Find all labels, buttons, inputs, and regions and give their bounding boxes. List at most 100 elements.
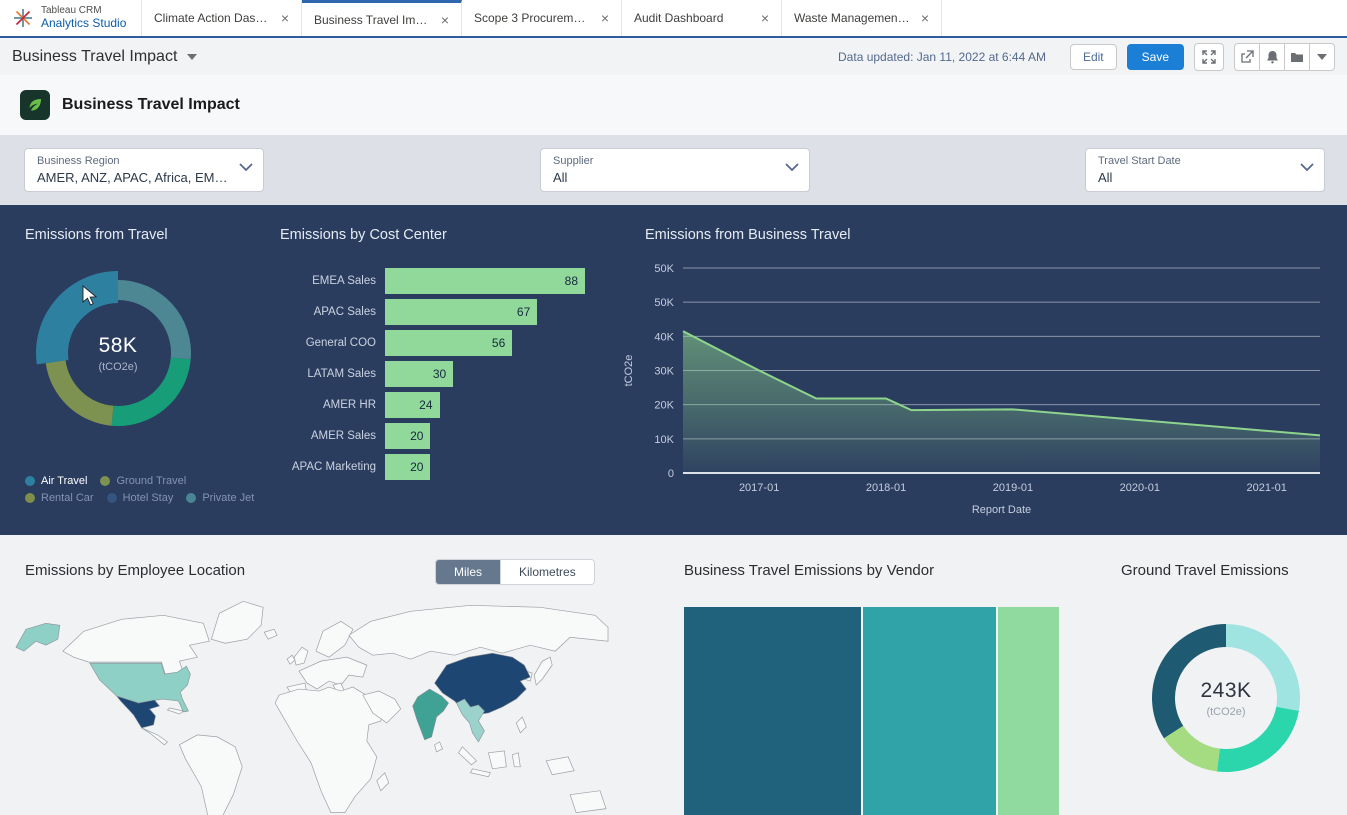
bar-row-latam-sales: LATAM Sales30: [280, 358, 590, 389]
bar-row-general-coo: General COO56: [280, 327, 590, 358]
ground-travel-donut[interactable]: [1150, 622, 1302, 774]
mouse-cursor: [82, 285, 97, 306]
close-icon[interactable]: ×: [919, 10, 931, 26]
notifications-button[interactable]: [1259, 43, 1284, 71]
donut-segment--2bd6ad[interactable]: [1217, 707, 1299, 772]
donut-segment-rental-car[interactable]: [46, 360, 114, 425]
legend-item-air-travel[interactable]: Air Travel: [25, 475, 87, 487]
map-java: [470, 769, 490, 777]
dashboard-hero: Business Travel Impact: [0, 75, 1347, 135]
bar-row-amer-sales: AMER Sales20: [280, 420, 590, 451]
svg-text:40K: 40K: [654, 331, 674, 343]
map-new-guinea: [546, 757, 574, 775]
legend-item-private-jet[interactable]: Private Jet: [186, 492, 254, 504]
chevron-down-icon: [785, 163, 799, 171]
bar[interactable]: 20: [385, 454, 430, 480]
close-icon[interactable]: ×: [439, 12, 451, 28]
cost-center-rows: EMEA Sales88APAC Sales67General COO56LAT…: [280, 265, 590, 482]
tab-scope3-procurement[interactable]: Scope 3 Procurement Das... ×: [462, 0, 622, 36]
legend-item-rental-car[interactable]: Rental Car: [25, 492, 94, 504]
bell-icon: [1266, 50, 1279, 64]
emissions-from-travel-donut[interactable]: [36, 271, 200, 435]
bar-category-label: General COO: [280, 337, 385, 349]
tab-business-travel-impact[interactable]: Business Travel Impact ×: [302, 0, 462, 36]
donut-segment-ground-travel[interactable]: [112, 358, 191, 426]
share-button[interactable]: [1234, 43, 1259, 71]
bar-row-apac-marketing: APAC Marketing20: [280, 451, 590, 482]
bar[interactable]: 24: [385, 392, 440, 418]
donut-segment-private-jet[interactable]: [118, 280, 191, 359]
map-sulawesi: [512, 753, 520, 767]
legend-dot: [107, 493, 117, 503]
legend-label: Hotel Stay: [123, 492, 174, 504]
map-borneo: [488, 751, 506, 769]
tab-audit-dashboard[interactable]: Audit Dashboard ×: [622, 0, 782, 36]
legend-item-hotel-stay[interactable]: Hotel Stay: [107, 492, 174, 504]
map-south-america: [179, 735, 242, 815]
expand-icon: [1202, 50, 1216, 64]
save-button[interactable]: Save: [1127, 44, 1184, 70]
edit-button[interactable]: Edit: [1070, 44, 1117, 70]
filter-travel-start-date[interactable]: Travel Start Date All: [1085, 148, 1325, 192]
bar-category-label: LATAM Sales: [280, 368, 385, 380]
map-country-alaska[interactable]: [16, 623, 60, 651]
filter-supplier[interactable]: Supplier All: [540, 148, 810, 192]
map-country-china[interactable]: [435, 653, 531, 715]
treemap-segment-2[interactable]: [863, 607, 996, 815]
bar-value-label: 20: [410, 460, 423, 474]
donut-segment--9fe4e1[interactable]: [1226, 624, 1300, 711]
chart-title-emissions-from-travel: Emissions from Travel: [25, 227, 168, 243]
app-logo[interactable]: Tableau CRM Analytics Studio: [0, 0, 142, 36]
map-sri-lanka: [435, 742, 443, 752]
leaf-icon: [20, 90, 50, 120]
map-philippines: [516, 717, 526, 733]
toggle-option-miles[interactable]: Miles: [436, 560, 500, 584]
tableau-logo-icon: [12, 7, 34, 29]
map-japan: [534, 657, 552, 685]
map-country-india[interactable]: [413, 689, 449, 740]
map-sumatra: [459, 747, 477, 765]
toggle-option-kilometres[interactable]: Kilometres: [500, 560, 594, 584]
close-icon[interactable]: ×: [599, 10, 611, 26]
bar-row-amer-hr: AMER HR24: [280, 389, 590, 420]
kpi-dark-panel: Emissions from Travel Emissions by Cost …: [0, 205, 1347, 535]
dashboard-header: Business Travel Impact Data updated: Jan…: [0, 38, 1347, 75]
chevron-down-icon: [239, 163, 253, 171]
map-central-america: [142, 728, 168, 745]
treemap-segment-1[interactable]: [684, 607, 861, 815]
close-icon[interactable]: ×: [279, 10, 291, 26]
data-updated-text: Data updated: Jan 11, 2022 at 6:44 AM: [838, 50, 1046, 64]
bar[interactable]: 56: [385, 330, 512, 356]
folder-button[interactable]: [1284, 43, 1309, 71]
area-chart-svg[interactable]: 50K50K40K30K20K10K02017-012018-012019-01…: [620, 205, 1347, 535]
bar[interactable]: 67: [385, 299, 537, 325]
legend-item-ground-travel[interactable]: Ground Travel: [100, 475, 186, 487]
bar-value-label: 67: [517, 305, 530, 319]
bottom-section: Emissions by Employee Location Miles Kil…: [0, 535, 1347, 815]
bar[interactable]: 88: [385, 268, 585, 294]
vendor-section-title: Business Travel Emissions by Vendor: [684, 562, 934, 579]
bar-category-label: APAC Sales: [280, 306, 385, 318]
more-actions-button[interactable]: [1309, 43, 1335, 71]
close-icon[interactable]: ×: [759, 10, 771, 26]
donut-segment--1e5a71[interactable]: [1152, 624, 1226, 738]
treemap-segment-3[interactable]: [998, 607, 1059, 815]
page-title: Business Travel Impact: [12, 48, 177, 66]
chevron-down-icon: [1300, 163, 1314, 171]
legend-dot: [186, 493, 196, 503]
world-map[interactable]: [12, 595, 610, 815]
bar-category-label: EMEA Sales: [280, 275, 385, 287]
legend-label: Air Travel: [41, 475, 87, 487]
dashboard-title-menu[interactable]: Business Travel Impact: [12, 48, 197, 66]
bar[interactable]: 30: [385, 361, 453, 387]
donut-segment-air-travel[interactable]: [36, 271, 118, 364]
bar-value-label: 20: [410, 429, 423, 443]
browser-tab-bar: Tableau CRM Analytics Studio Climate Act…: [0, 0, 1347, 38]
map-cuba: [167, 708, 183, 714]
expand-button[interactable]: [1194, 43, 1224, 71]
tab-waste-management[interactable]: Waste Management Dash... ×: [782, 0, 942, 36]
filter-business-region[interactable]: Business Region AMER, ANZ, APAC, Africa,…: [24, 148, 264, 192]
svg-text:50K: 50K: [654, 297, 674, 309]
bar[interactable]: 20: [385, 423, 430, 449]
tab-climate-action-dashboard[interactable]: Climate Action Dashboard ×: [142, 0, 302, 36]
